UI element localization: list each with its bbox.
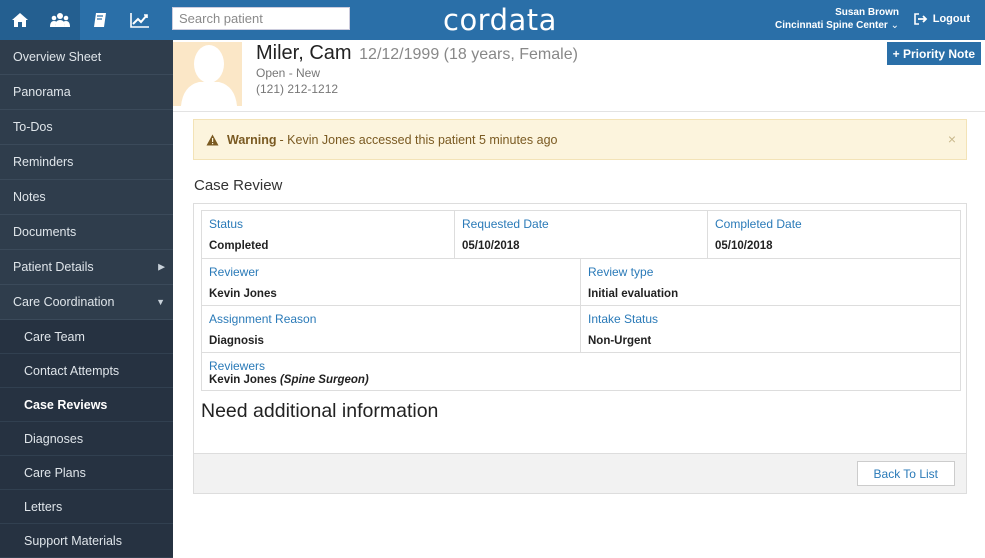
org-selector[interactable]: Cincinnati Spine Center ⌄ [775,19,899,32]
assignment-reason-label: Assignment Reason [209,312,317,326]
reviewer-value: Kevin Jones [209,288,277,300]
person-silhouette-icon [181,45,237,106]
sidebar-item-label: Letters [24,499,63,514]
assignment-reason-value: Diagnosis [209,335,264,347]
logout-icon [913,13,928,25]
top-bar: cordata Susan Brown Cincinnati Spine Cen… [0,0,985,40]
sidebar-subitem-support-materials[interactable]: Support Materials [0,524,173,558]
intake-status-value: Non-Urgent [588,335,652,347]
reviewers-value: Kevin Jones (Spine Surgeon) [209,374,953,386]
reviewers-name: Kevin Jones [209,374,277,386]
sidebar-item-care-coordination[interactable]: Care Coordination ▼ [0,285,173,320]
patient-status: Open - New [256,66,321,80]
sidebar-item-label: Documents [13,225,77,239]
case-review-row: Reviewer Kevin Jones Review type Initial… [201,258,961,306]
requested-date-value: 05/10/2018 [462,240,520,252]
completed-date-label: Completed Date [715,217,802,231]
sidebar-item-label: Overview Sheet [13,50,102,64]
search-input[interactable] [172,7,350,30]
patient-phone: (121) 212-1212 [256,82,339,96]
caret-down-icon: ▼ [156,297,165,307]
requested-date-cell: Requested Date 05/10/2018 [455,211,708,258]
sidebar-subitem-care-team[interactable]: Care Team [0,320,173,354]
sidebar-item-label: Support Materials [24,533,122,548]
user-menu[interactable]: Susan Brown Cincinnati Spine Center ⌄ [775,6,899,32]
priority-note-button[interactable]: + Priority Note [886,42,981,65]
sidebar-item-overview-sheet[interactable]: Overview Sheet [0,40,173,75]
sidebar-item-label: Care Team [24,329,85,344]
sidebar-subitem-letters[interactable]: Letters [0,490,173,524]
case-review-row: Reviewers Kevin Jones (Spine Surgeon) [201,352,961,391]
completed-date-value: 05/10/2018 [715,240,773,252]
patient-header: Miler, Cam 12/12/1999 (18 years, Female)… [173,40,985,112]
case-review-row: Assignment Reason Diagnosis Intake Statu… [201,305,961,353]
warning-icon [206,134,219,145]
intake-status-label: Intake Status [588,312,659,326]
sidebar-item-label: Notes [13,190,46,204]
sidebar-item-label: Reminders [13,155,74,169]
panel-footer: Back To List [194,453,966,493]
reviewers-role: (Spine Surgeon) [279,374,369,386]
sidebar-subitem-care-plans[interactable]: Care Plans [0,456,173,490]
book-icon[interactable] [80,0,120,40]
sidebar-item-label: Case Reviews [24,397,108,412]
completed-date-cell: Completed Date 05/10/2018 [708,211,960,258]
review-type-cell: Review type Initial evaluation [581,259,960,305]
sidebar-item-label: To-Dos [13,120,53,134]
sidebar-item-label: Care Plans [24,465,86,480]
status-label: Status [209,217,244,231]
avatar [173,42,242,106]
team-icon[interactable] [40,0,80,40]
logout-label: Logout [932,13,970,25]
sidebar-item-reminders[interactable]: Reminders [0,145,173,180]
patient-name: Miler, Cam [256,42,352,64]
patient-name-line: Miler, Cam 12/12/1999 (18 years, Female) [256,42,578,65]
sidebar-item-to-dos[interactable]: To-Dos [0,110,173,145]
status-value: Completed [209,240,269,252]
home-icon[interactable] [0,0,40,40]
reviewers-cell: Reviewers Kevin Jones (Spine Surgeon) [202,353,960,390]
case-review-row: Status Completed Requested Date 05/10/20… [201,210,961,259]
reviewers-label: Reviewers [209,359,266,373]
sidebar-item-label: Panorama [13,85,71,99]
sidebar-subitem-contact-attempts[interactable]: Contact Attempts [0,354,173,388]
reviewer-label: Reviewer [209,265,260,279]
status-cell: Status Completed [202,211,455,258]
back-to-list-button[interactable]: Back To List [856,461,955,486]
review-type-label: Review type [588,265,654,279]
need-info-heading: Need additional information [201,400,439,422]
assignment-reason-cell: Assignment Reason Diagnosis [202,306,581,352]
user-name: Susan Brown [835,7,899,18]
intake-status-cell: Intake Status Non-Urgent [581,306,960,352]
sidebar-subitem-case-reviews[interactable]: Case Reviews [0,388,173,422]
org-name: Cincinnati Spine Center [775,20,888,31]
sidebar-item-label: Diagnoses [24,431,84,446]
sidebar-item-label: Patient Details [13,260,94,274]
sidebar-item-label: Care Coordination [13,295,115,309]
chevron-down-icon: ⌄ [890,20,899,31]
sidebar-item-label: Contact Attempts [24,363,120,378]
patient-dob-info: 12/12/1999 (18 years, Female) [359,46,578,63]
sidebar-item-panorama[interactable]: Panorama [0,75,173,110]
warning-title: Warning [227,132,277,147]
sidebar: Overview Sheet Panorama To-Dos Reminders… [0,40,173,558]
sidebar-item-notes[interactable]: Notes [0,180,173,215]
section-title: Case Review [194,177,283,194]
logout-button[interactable]: Logout [913,13,970,25]
case-review-panel: Status Completed Requested Date 05/10/20… [193,203,967,494]
sidebar-item-documents[interactable]: Documents [0,215,173,250]
reviewer-cell: Reviewer Kevin Jones [202,259,581,305]
sidebar-item-patient-details[interactable]: Patient Details ▶ [0,250,173,285]
main-content: Miler, Cam 12/12/1999 (18 years, Female)… [173,40,985,552]
warning-message: - Kevin Jones accessed this patient 5 mi… [279,132,558,147]
review-type-value: Initial evaluation [588,288,679,300]
close-icon[interactable]: × [948,131,956,147]
requested-date-label: Requested Date [462,217,549,231]
brand-logo: cordata [443,3,557,37]
sidebar-subitem-diagnoses[interactable]: Diagnoses [0,422,173,456]
warning-alert: Warning - Kevin Jones accessed this pati… [193,119,967,160]
chart-icon[interactable] [120,0,160,40]
caret-right-icon: ▶ [158,261,165,272]
